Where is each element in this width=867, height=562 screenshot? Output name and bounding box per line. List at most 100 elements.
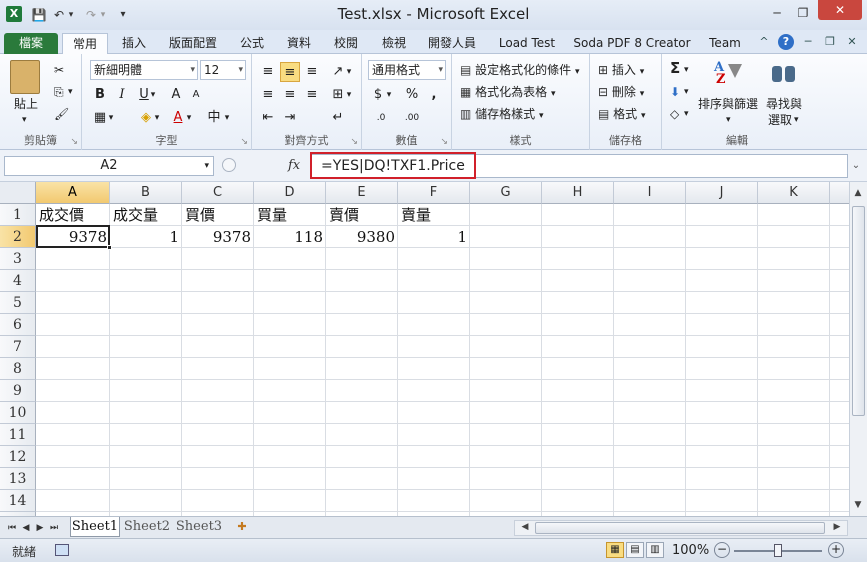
shrink-font-button[interactable]: A	[186, 85, 206, 105]
align-right-button[interactable]: ≡	[302, 85, 322, 105]
find-select-label[interactable]: 尋找與	[766, 96, 802, 112]
cell-b1[interactable]: 成交量	[110, 204, 182, 226]
autosum-dropdown-icon[interactable]: ▾	[684, 62, 689, 78]
top-align-button[interactable]: ≡	[258, 62, 278, 82]
row-header-11[interactable]: 11	[0, 424, 36, 446]
column-header-j[interactable]: J	[686, 182, 758, 204]
scroll-up-icon[interactable]: ▲	[850, 188, 866, 198]
merge-dropdown-icon[interactable]: ▾	[344, 85, 354, 105]
row-header-13[interactable]: 13	[0, 468, 36, 490]
paste-button[interactable]: 貼上	[14, 96, 38, 112]
bottom-align-button[interactable]: ≡	[302, 62, 322, 82]
sheet-tab-2[interactable]: Sheet2	[122, 517, 172, 537]
cell-a1[interactable]: 成交價	[36, 204, 110, 226]
minimize-ribbon-icon[interactable]: ^	[756, 34, 772, 50]
row-header-3[interactable]: 3	[0, 248, 36, 270]
name-box[interactable]: A2 ▾	[4, 156, 214, 176]
horizontal-scroll-thumb[interactable]	[535, 522, 825, 534]
sheet-tab-1[interactable]: Sheet1	[70, 517, 120, 537]
cell-d1[interactable]: 買量	[254, 204, 326, 226]
italic-button[interactable]: I	[112, 85, 132, 105]
tab-review[interactable]: 校閱	[326, 33, 366, 54]
fill-color-dropdown-icon[interactable]: ▾	[152, 108, 162, 128]
row-header-10[interactable]: 10	[0, 402, 36, 424]
workbook-close-icon[interactable]: ✕	[844, 34, 860, 50]
column-header-c[interactable]: C	[182, 182, 254, 204]
font-name-combo[interactable]: 新細明體 ▾	[90, 60, 198, 80]
tab-file[interactable]: 檔案	[4, 33, 58, 54]
clipboard-launcher-icon[interactable]: ↘	[70, 137, 78, 147]
conditional-formatting-button[interactable]: ▤ 設定格式化的條件 ▾	[460, 62, 580, 80]
clear-dropdown-icon[interactable]: ▾	[684, 106, 689, 122]
tab-formulas[interactable]: 公式	[232, 33, 272, 54]
tab-load-test[interactable]: Load Test	[492, 33, 562, 54]
cell-c2[interactable]: 9378	[182, 226, 254, 248]
tab-developer[interactable]: 開發人員	[420, 33, 484, 54]
row-header-2[interactable]: 2	[0, 226, 36, 248]
grow-font-button[interactable]: A	[166, 85, 186, 105]
middle-align-button[interactable]: ≡	[280, 62, 300, 82]
first-sheet-icon[interactable]: ⏮	[6, 520, 18, 536]
insert-cells-button[interactable]: ⊞ 插入 ▾	[598, 62, 644, 80]
format-painter-icon[interactable]: 🖌	[54, 106, 69, 122]
font-launcher-icon[interactable]: ↘	[240, 137, 248, 147]
last-sheet-icon[interactable]: ⏭	[48, 520, 60, 536]
normal-view-button[interactable]: ▦	[606, 542, 624, 558]
zoom-in-button[interactable]: +	[828, 542, 844, 558]
cell-e2[interactable]: 9380	[326, 226, 398, 248]
font-size-combo[interactable]: 12 ▾	[200, 60, 246, 80]
formula-bar-grip[interactable]	[222, 158, 236, 172]
cell-styles-button[interactable]: ▥ 儲存格樣式 ▾	[460, 106, 544, 124]
tab-view[interactable]: 檢視	[374, 33, 414, 54]
copy-dropdown-icon[interactable]: ▾	[68, 84, 73, 100]
format-as-table-button[interactable]: ▦ 格式化為表格 ▾	[460, 84, 556, 102]
sheet-tab-3[interactable]: Sheet3	[174, 517, 224, 537]
row-header-1[interactable]: 1	[0, 204, 36, 226]
border-dropdown-icon[interactable]: ▾	[106, 108, 116, 128]
clear-icon[interactable]: ◇	[670, 106, 679, 122]
tab-soda-pdf[interactable]: Soda PDF 8 Creator	[570, 33, 694, 54]
underline-dropdown-icon[interactable]: ▾	[148, 85, 158, 105]
page-layout-view-button[interactable]: ▤	[626, 542, 644, 558]
column-header-g[interactable]: G	[470, 182, 542, 204]
sort-filter-icon[interactable]: A Z	[714, 60, 742, 88]
tab-insert[interactable]: 插入	[114, 33, 154, 54]
sort-filter-label[interactable]: 排序與篩選	[698, 96, 758, 112]
cell-f1[interactable]: 賣量	[398, 204, 470, 226]
comma-button[interactable]: ,	[424, 85, 444, 105]
wrap-text-button[interactable]: ↵	[328, 108, 348, 128]
tab-home[interactable]: 常用	[62, 33, 108, 54]
macro-recording-icon[interactable]	[55, 544, 69, 556]
help-icon[interactable]: ?	[778, 34, 794, 50]
row-header-9[interactable]: 9	[0, 380, 36, 402]
orientation-dropdown-icon[interactable]: ▾	[344, 62, 354, 82]
tab-page-layout[interactable]: 版面配置	[162, 33, 224, 54]
row-header-14[interactable]: 14	[0, 490, 36, 512]
number-format-combo[interactable]: 通用格式 ▾	[368, 60, 446, 80]
currency-dropdown-icon[interactable]: ▾	[384, 85, 394, 105]
fill-icon[interactable]: ⬇	[670, 84, 680, 100]
cell-e1[interactable]: 賣價	[326, 204, 398, 226]
horizontal-scrollbar[interactable]: ◀ ▶	[514, 520, 848, 536]
fill-handle[interactable]	[107, 245, 112, 250]
workbook-restore-icon[interactable]: ❐	[822, 34, 838, 50]
format-cells-button[interactable]: ▤ 格式 ▾	[598, 106, 646, 124]
column-header-k[interactable]: K	[758, 182, 830, 204]
select-all-corner[interactable]	[0, 182, 36, 204]
increase-indent-button[interactable]: ⇥	[280, 108, 300, 128]
vertical-scroll-thumb[interactable]	[852, 206, 865, 416]
column-header-h[interactable]: H	[542, 182, 614, 204]
insert-function-icon[interactable]: fx	[288, 158, 300, 173]
scroll-right-icon[interactable]: ▶	[829, 522, 845, 532]
paste-dropdown-icon[interactable]: ▾	[22, 112, 27, 128]
row-header-12[interactable]: 12	[0, 446, 36, 468]
tab-data[interactable]: 資料	[279, 33, 319, 54]
column-header-a[interactable]: A	[36, 182, 110, 204]
restore-button[interactable]: ❐	[790, 4, 816, 22]
binoculars-icon[interactable]	[772, 62, 796, 84]
cut-icon[interactable]: ✂	[54, 62, 64, 78]
row-header-5[interactable]: 5	[0, 292, 36, 314]
column-header-f[interactable]: F	[398, 182, 470, 204]
row-header-7[interactable]: 7	[0, 336, 36, 358]
cell-c1[interactable]: 買價	[182, 204, 254, 226]
